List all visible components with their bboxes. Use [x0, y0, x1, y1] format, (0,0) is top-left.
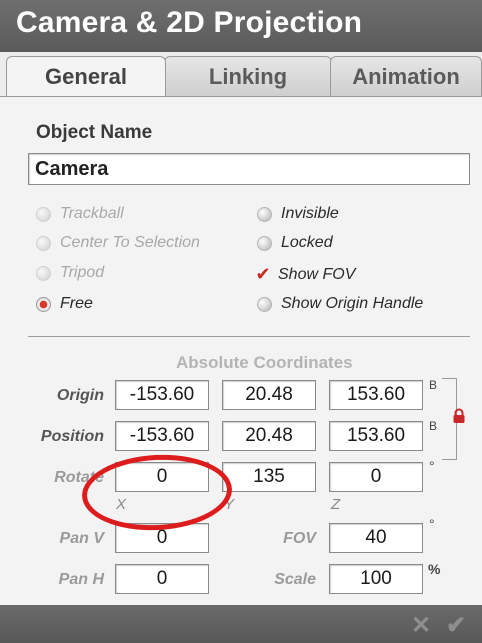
free-label: Free — [60, 295, 93, 312]
tripod-radio: Tripod — [36, 264, 104, 282]
cancel-icon[interactable]: ✕ — [411, 611, 431, 640]
object-name-label: Object Name — [36, 122, 153, 143]
trackball-label: Trackball — [60, 205, 124, 222]
pan-h-field[interactable]: 0 — [115, 564, 209, 594]
radio-icon — [36, 206, 51, 222]
locked-toggle[interactable]: Locked — [257, 234, 333, 252]
origin-x-field[interactable]: -153.60 — [115, 380, 209, 410]
position-x-field[interactable]: -153.60 — [115, 421, 209, 451]
position-z-field[interactable]: 153.60 — [329, 421, 423, 451]
rotate-unit: ° — [429, 458, 435, 474]
section-divider — [28, 336, 470, 337]
ok-icon[interactable]: ✔ — [446, 611, 466, 640]
position-label: Position — [40, 428, 104, 445]
trackball-radio: Trackball — [36, 205, 124, 223]
toggle-icon — [257, 206, 272, 222]
fov-field[interactable]: 40 — [329, 523, 423, 553]
radio-icon — [36, 235, 51, 251]
toggle-icon — [257, 296, 272, 312]
scale-field[interactable]: 100 — [329, 564, 423, 594]
show-origin-handle-toggle[interactable]: Show Origin Handle — [257, 295, 423, 313]
origin-unit: B — [429, 378, 438, 392]
center-to-selection-label: Center To Selection — [60, 234, 200, 251]
tab-general[interactable]: General — [6, 56, 166, 96]
bottom-bar — [0, 605, 482, 643]
pan-v-label: Pan V — [59, 530, 104, 547]
checkmark-icon: ✔ — [255, 264, 271, 284]
locked-label: Locked — [281, 234, 333, 251]
show-fov-label: Show FOV — [278, 265, 356, 283]
pan-h-label: Pan H — [58, 571, 104, 588]
invisible-label: Invisible — [281, 205, 339, 222]
show-fov-toggle[interactable]: ✔ Show FOV — [255, 264, 355, 285]
origin-label: Origin — [56, 387, 104, 404]
rotate-z-field[interactable]: 0 — [329, 462, 423, 492]
toggle-icon — [257, 235, 272, 251]
tripod-label: Tripod — [60, 264, 105, 281]
rotate-y-field[interactable]: 135 — [222, 462, 316, 492]
fov-unit: ° — [429, 516, 435, 532]
object-name-field[interactable]: Camera — [28, 153, 470, 185]
axis-z-label: Z — [331, 496, 341, 513]
radio-icon — [36, 265, 51, 281]
invisible-toggle[interactable]: Invisible — [257, 205, 339, 223]
position-unit: B — [429, 419, 438, 433]
free-radio[interactable]: Free — [36, 295, 93, 313]
tab-animation[interactable]: Animation — [330, 56, 482, 96]
position-y-field[interactable]: 20.48 — [222, 421, 316, 451]
window-title: Camera & 2D Projection — [16, 6, 363, 39]
tab-linking[interactable]: Linking — [164, 56, 332, 96]
show-origin-handle-label: Show Origin Handle — [281, 295, 424, 312]
origin-z-field[interactable]: 153.60 — [329, 380, 423, 410]
fov-label: FOV — [283, 530, 316, 547]
origin-y-field[interactable]: 20.48 — [222, 380, 316, 410]
radio-selected-icon — [36, 296, 51, 312]
lock-icon[interactable] — [451, 408, 467, 424]
scale-unit: % — [428, 561, 441, 577]
center-to-selection-radio: Center To Selection — [36, 234, 200, 252]
coordinates-title: Absolute Coordinates — [176, 353, 353, 372]
scale-label: Scale — [274, 571, 316, 588]
